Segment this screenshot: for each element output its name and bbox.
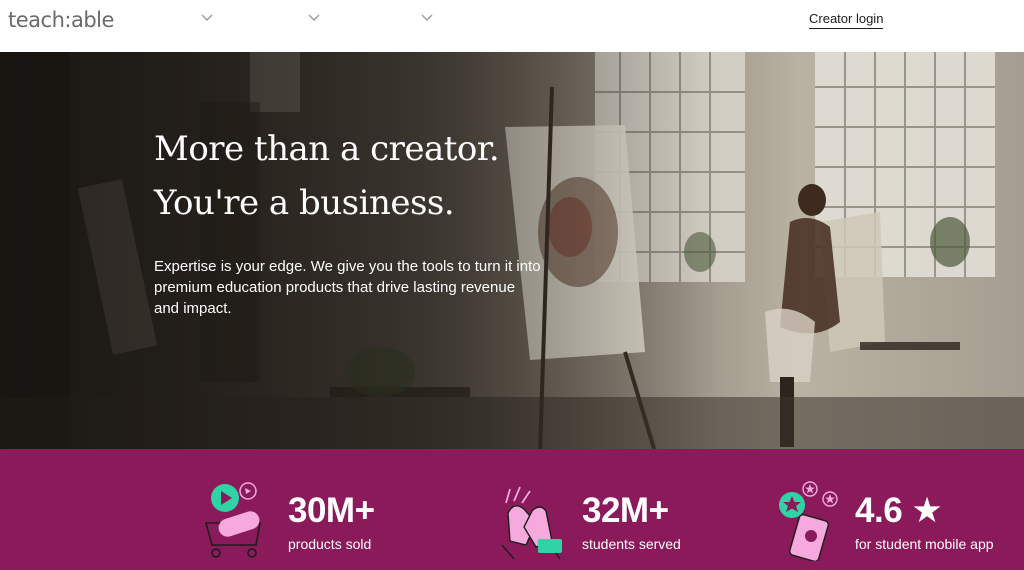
stat-label: students served (582, 536, 681, 552)
creator-login-link[interactable]: Creator login (809, 11, 884, 29)
site-header: teach:able Creator login (0, 0, 1024, 52)
hero-headline: More than a creator. You're a business. (154, 122, 500, 230)
stat-value: 30M+ (288, 491, 375, 530)
stat-value: 4.6 ★ (855, 491, 943, 530)
stat-products-sold: 30M+ products sold (200, 449, 420, 570)
shopping-cart-icon (204, 482, 261, 558)
stat-value: 32M+ (582, 491, 669, 530)
mobile-app-rating-icon (779, 481, 838, 561)
chevron-down-icon[interactable] (421, 14, 435, 24)
hero-subtext: Expertise is your edge. We give you the … (154, 258, 541, 317)
hero-section: More than a creator. You're a business. … (0, 52, 1024, 449)
stat-app-rating: 4.6 ★ for student mobile app (776, 449, 1024, 570)
chevron-down-icon[interactable] (308, 14, 322, 24)
headline-line-2: You're a business. (154, 183, 455, 223)
high-five-icon (501, 486, 562, 560)
chevron-down-icon[interactable] (201, 14, 215, 24)
stats-band: 30M+ products sold 32M+ students served … (0, 449, 1024, 570)
stat-label: for student mobile app (855, 536, 994, 552)
headline-line-1: More than a creator. (154, 129, 500, 169)
stat-label: products sold (288, 536, 372, 552)
teachable-logo[interactable]: teach:able (8, 8, 114, 32)
stat-students-served: 32M+ students served (496, 449, 726, 570)
